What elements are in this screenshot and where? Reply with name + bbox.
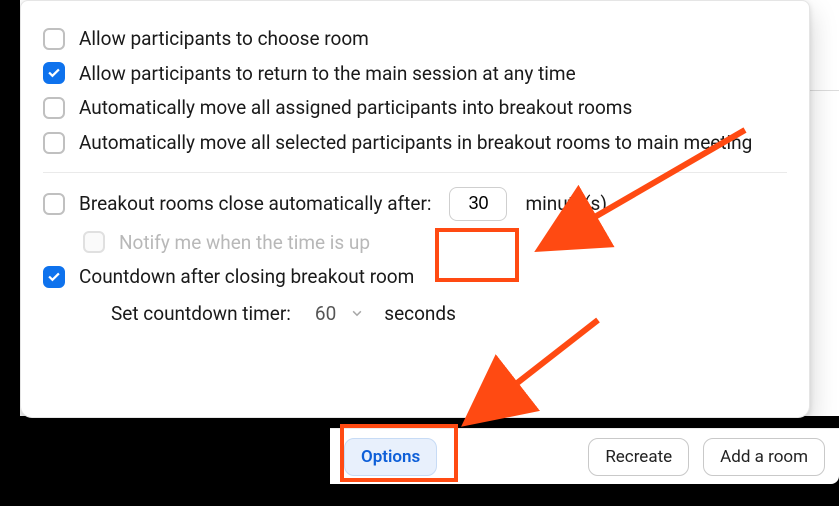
checkbox-allow-choose-room[interactable] [43, 28, 65, 50]
divider [43, 172, 787, 173]
option-label: Notify me when the time is up [119, 230, 787, 256]
countdown-timer-value: 60 [315, 301, 336, 327]
checkbox-close-auto[interactable] [43, 193, 65, 215]
option-close-auto[interactable]: Breakout rooms close automatically after… [43, 187, 787, 221]
recreate-button-label: Recreate [605, 447, 672, 467]
option-allow-choose-room[interactable]: Allow participants to choose room [43, 26, 787, 52]
option-auto-move-selected-to-main[interactable]: Automatically move all selected particip… [43, 130, 787, 156]
add-room-button[interactable]: Add a room [703, 438, 825, 476]
option-allow-return-main[interactable]: Allow participants to return to the main… [43, 61, 787, 87]
close-auto-label-before: Breakout rooms close automatically after… [79, 191, 431, 217]
checkbox-allow-return-main[interactable] [43, 62, 65, 84]
chevron-down-icon [350, 307, 364, 321]
option-countdown-after-close[interactable]: Countdown after closing breakout room [43, 264, 787, 290]
option-label: Allow participants to choose room [79, 26, 787, 52]
option-label: Countdown after closing breakout room [79, 264, 787, 290]
option-label: Automatically move all selected particip… [79, 130, 787, 156]
countdown-timer-row: Set countdown timer: 60 seconds [43, 299, 787, 329]
checkbox-countdown-after-close[interactable] [43, 266, 65, 288]
option-notify-time-up: Notify me when the time is up [43, 230, 787, 256]
checkbox-auto-move-assigned[interactable] [43, 97, 65, 119]
option-label: Automatically move all assigned particip… [79, 95, 787, 121]
countdown-timer-unit: seconds [384, 301, 456, 327]
close-auto-label-after: minute(s) [525, 191, 606, 217]
breakout-footer-bar: Options Recreate Add a room [330, 428, 839, 484]
options-button[interactable]: Options [344, 438, 437, 476]
countdown-timer-label: Set countdown timer: [111, 301, 291, 327]
breakout-options-popover: Allow participants to choose room Allow … [20, 0, 810, 418]
options-button-label: Options [361, 447, 420, 467]
checkbox-notify-time-up [83, 231, 105, 253]
option-auto-move-assigned[interactable]: Automatically move all assigned particip… [43, 95, 787, 121]
countdown-timer-select[interactable]: 60 [305, 299, 370, 329]
add-room-button-label: Add a room [720, 447, 808, 467]
option-label: Allow participants to return to the main… [79, 61, 787, 87]
recreate-button[interactable]: Recreate [588, 438, 689, 476]
close-auto-minutes-input[interactable] [449, 187, 507, 221]
checkbox-auto-move-selected-to-main[interactable] [43, 132, 65, 154]
